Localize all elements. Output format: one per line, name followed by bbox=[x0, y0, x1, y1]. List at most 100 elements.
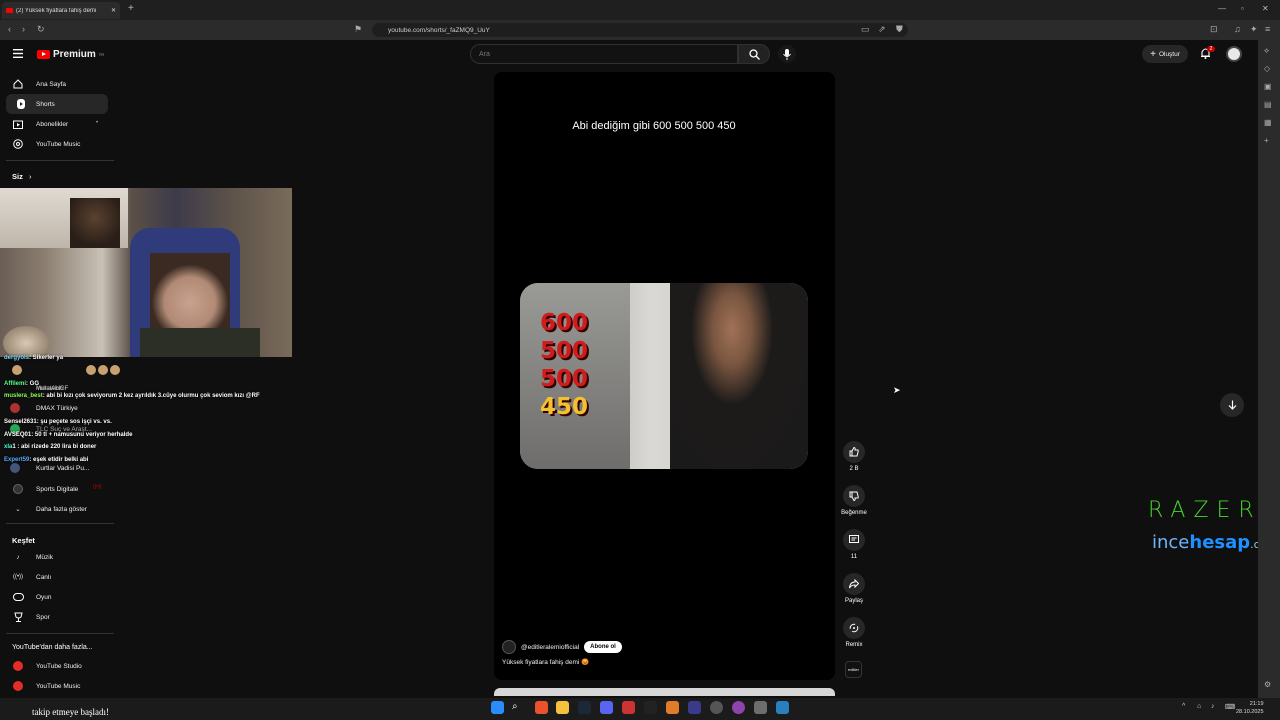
webcam-skull-decor bbox=[3, 326, 49, 357]
sidebar-sub-item[interactable]: DMAX Türkiye bbox=[10, 401, 78, 415]
new-content-dot: • bbox=[96, 120, 99, 126]
side-panel-icon[interactable]: ▤ bbox=[1264, 100, 1272, 109]
tray-network-icon[interactable]: ⌂ bbox=[1197, 703, 1201, 710]
channel-handle[interactable]: @editleralemiofficial bbox=[521, 644, 579, 651]
sidebar-item-live[interactable]: ((•)) Canlı bbox=[0, 567, 112, 587]
maximize-icon[interactable]: ▫ bbox=[1241, 4, 1244, 13]
tray-volume-icon[interactable]: ♪ bbox=[1211, 703, 1215, 710]
screenshot-icon[interactable]: ⊡ bbox=[1210, 24, 1218, 35]
youtube-music-icon bbox=[0, 681, 36, 691]
tab-close-icon[interactable]: ✕ bbox=[111, 7, 116, 14]
dislike-button[interactable]: Beğenme bbox=[841, 485, 867, 516]
taskbar-app-icon[interactable] bbox=[688, 701, 701, 714]
remix-button[interactable]: Remix bbox=[842, 617, 866, 648]
address-bar[interactable]: youtube.com/shorts/_faZMQ9_UuY bbox=[372, 23, 908, 37]
sidebar-item-youtube-music-app[interactable]: YouTube Music bbox=[0, 676, 112, 696]
chat-message: Sensel2631: şu peçete sos işçi vs. vs. bbox=[4, 419, 112, 425]
account-avatar[interactable] bbox=[1226, 46, 1242, 62]
side-panel-icon[interactable]: ▦ bbox=[1264, 118, 1272, 127]
settings-gear-icon[interactable]: ⚙ bbox=[1264, 680, 1271, 689]
sidebar-item-youtube-studio[interactable]: YouTube Studio bbox=[0, 656, 112, 676]
channel-logo[interactable] bbox=[502, 640, 516, 654]
taskbar-app-icon[interactable] bbox=[776, 701, 789, 714]
tray-language-icon[interactable]: ⌨ bbox=[1225, 703, 1235, 711]
search-input[interactable]: Ara bbox=[470, 44, 738, 64]
chat-text: 1 : abi rizede 220 lira bi doner bbox=[12, 444, 97, 450]
extensions-icon[interactable]: ✦ bbox=[1250, 24, 1258, 35]
brave-browser-icon[interactable] bbox=[535, 701, 548, 714]
chat-user: Expert59 bbox=[4, 457, 30, 463]
new-tab-button[interactable]: + bbox=[128, 3, 134, 14]
channel-thumbnail[interactable]: editler bbox=[845, 661, 862, 678]
share-page-icon[interactable]: ⇗ bbox=[878, 24, 886, 35]
youtube-logo[interactable]: Premium TR bbox=[37, 49, 104, 60]
search-button[interactable] bbox=[738, 44, 770, 64]
install-app-icon[interactable]: ▭ bbox=[861, 24, 870, 35]
menu-icon[interactable]: ≡ bbox=[1265, 24, 1270, 34]
subscribe-button[interactable]: Abone ol bbox=[584, 641, 622, 653]
sidebar-item-sports[interactable]: Spor bbox=[0, 607, 112, 627]
discord-icon[interactable] bbox=[600, 701, 613, 714]
windows-start-icon[interactable] bbox=[491, 701, 504, 714]
mouse-cursor-icon: ➤ bbox=[893, 385, 901, 395]
next-short-preview[interactable] bbox=[494, 688, 835, 696]
show-more-button[interactable]: ⌄ Daha fazla göster bbox=[0, 499, 112, 519]
add-panel-icon[interactable]: + bbox=[1264, 136, 1269, 145]
next-short-button[interactable] bbox=[1220, 393, 1244, 417]
sidebar-item-gaming[interactable]: Oyun bbox=[0, 587, 112, 607]
chat-message: muslera_best: abi bi kızı çok seviyorum … bbox=[4, 393, 260, 399]
bookmark-icon[interactable]: ⚑ bbox=[354, 24, 362, 35]
create-button[interactable]: + Oluştur bbox=[1142, 45, 1188, 63]
sidebar-item-shorts[interactable]: Shorts bbox=[6, 94, 108, 114]
file-explorer-icon[interactable] bbox=[556, 701, 569, 714]
trophy-icon bbox=[0, 612, 36, 622]
music-icon[interactable]: ♫ bbox=[1234, 24, 1241, 34]
sidebar-sub-item[interactable]: Kurtlar Vadisi Pu... bbox=[10, 461, 89, 475]
show-more-label: Daha fazla göster bbox=[36, 505, 87, 513]
forward-icon[interactable]: › bbox=[22, 24, 25, 34]
sidebar-item-label: Müzik bbox=[36, 553, 53, 561]
side-panel-icon[interactable]: ▣ bbox=[1264, 82, 1272, 91]
side-panel-icon[interactable]: ⟡ bbox=[1264, 46, 1269, 56]
minimize-icon[interactable]: — bbox=[1218, 4, 1226, 13]
sidebar-item-home[interactable]: Ana Sayfa bbox=[0, 74, 112, 94]
price-450: 450 bbox=[540, 394, 589, 420]
short-video-frame[interactable]: 600 500 500 450 bbox=[520, 283, 808, 469]
back-icon[interactable]: ‹ bbox=[8, 24, 11, 34]
taskbar-app-icon[interactable] bbox=[666, 701, 679, 714]
taskbar-clock[interactable]: 21:19 28.10.2025 bbox=[1236, 700, 1264, 716]
sidebar-item-youtube-music[interactable]: YouTube Music bbox=[0, 134, 112, 154]
shield-icon[interactable]: ⛊ bbox=[896, 24, 903, 35]
taskbar-app-icon[interactable] bbox=[710, 701, 723, 714]
remix-label: Remix bbox=[845, 642, 863, 648]
channel-avatar bbox=[10, 463, 20, 473]
taskbar-app-icon[interactable] bbox=[644, 701, 657, 714]
you-section-heading[interactable]: Siz › bbox=[12, 172, 31, 181]
tray-chevron-icon[interactable]: ^ bbox=[1182, 703, 1185, 710]
more-from-youtube-heading: YouTube'dan daha fazla... bbox=[12, 644, 93, 651]
follow-alert-text: takip etmeye başladı! bbox=[32, 707, 109, 717]
chat-message: Affilemi: GG bbox=[4, 381, 39, 387]
taskbar-app-icon[interactable] bbox=[622, 701, 635, 714]
chat-user: Affilemi bbox=[4, 381, 27, 387]
voice-search-button[interactable] bbox=[778, 45, 796, 63]
share-button[interactable]: Paylaş bbox=[842, 573, 866, 604]
taskbar-app-icon[interactable] bbox=[754, 701, 767, 714]
chat-user: dergyols bbox=[4, 355, 30, 361]
price-overlay: 600 500 500 450 bbox=[540, 309, 588, 421]
side-panel-icon[interactable]: ◇ bbox=[1264, 64, 1270, 73]
browser-tab[interactable]: (2) Yüksek fiyatlara fahiş demi ✕ bbox=[2, 2, 120, 19]
hamburger-menu-icon[interactable] bbox=[13, 49, 23, 58]
chat-emotes bbox=[12, 365, 120, 375]
reload-icon[interactable]: ↻ bbox=[37, 24, 45, 35]
window-close-icon[interactable]: ✕ bbox=[1262, 4, 1269, 13]
you-heading-label: Siz bbox=[12, 172, 23, 181]
taskbar-search-icon[interactable]: ⌕ bbox=[512, 701, 525, 714]
like-button[interactable]: 2 B bbox=[842, 441, 866, 472]
steam-icon[interactable] bbox=[578, 701, 591, 714]
taskbar-app-icon[interactable] bbox=[732, 701, 745, 714]
comments-button[interactable]: 11 bbox=[842, 529, 866, 560]
sidebar-item-music[interactable]: ♪ Müzik bbox=[0, 547, 112, 567]
short-description[interactable]: Yüksek fiyatlara fahiş demi 😡 bbox=[502, 658, 589, 666]
comment-icon bbox=[843, 529, 865, 551]
